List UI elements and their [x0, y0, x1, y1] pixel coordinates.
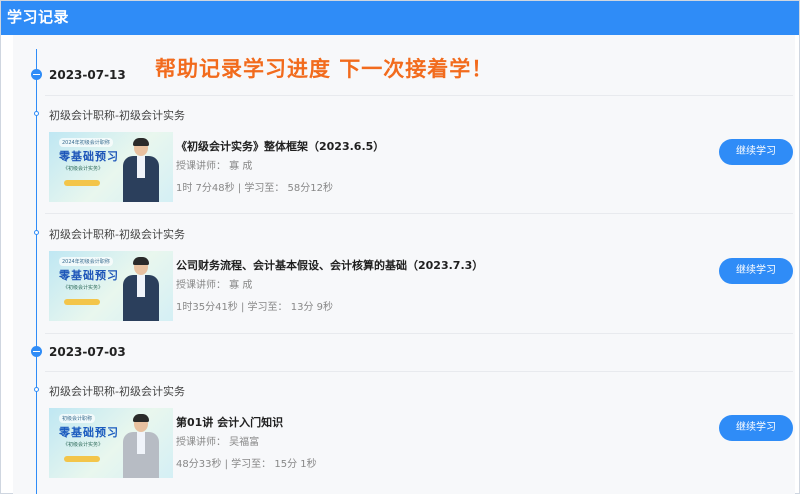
app-header: 学习记录	[1, 1, 799, 35]
thumbnail-subtitle: 《初级会计实务》	[63, 166, 104, 172]
thumbnail-tag: 初级会计职称	[59, 414, 96, 423]
course-thumbnail[interactable]: 2024年初级会计职称 零基础预习 《初级会计实务》	[49, 132, 173, 202]
lesson-title[interactable]: 第01讲 会计入门知识	[176, 414, 283, 430]
course-thumbnail[interactable]: 2024年初级会计职称 零基础预习 《初级会计实务》	[49, 251, 173, 321]
lesson-teacher: 授课讲师： 寡 成	[176, 280, 253, 291]
divider	[45, 371, 793, 372]
thumbnail-headline: 零基础预习	[59, 150, 119, 163]
divider	[45, 213, 793, 214]
teacher-photo	[121, 257, 161, 321]
thumbnail-badge	[64, 456, 100, 462]
course-category: 初级会计职称-初级会计实务	[49, 109, 185, 122]
lesson-title[interactable]: 《初级会计实务》整体框架（2023.6.5）	[176, 138, 384, 154]
collapse-date-icon[interactable]	[31, 69, 42, 80]
timeline-dot-icon	[34, 230, 39, 235]
course-category: 初级会计职称-初级会计实务	[49, 228, 185, 241]
thumbnail-tag: 2024年初级会计职称	[59, 257, 113, 266]
course-thumbnail[interactable]: 初级会计职称 零基础预习 《初级会计实务》	[49, 408, 173, 478]
lesson-progress: 1时35分41秒 | 学习至： 13分 9秒	[176, 302, 333, 313]
thumbnail-badge	[64, 299, 100, 305]
continue-learning-button[interactable]: 继续学习	[719, 415, 793, 441]
lesson-title[interactable]: 公司财务流程、会计基本假设、会计核算的基础（2023.7.3）	[176, 257, 483, 273]
continue-learning-button[interactable]: 继续学习	[719, 258, 793, 284]
page-title: 学习记录	[7, 8, 70, 26]
lesson-teacher: 授课讲师： 吴福富	[176, 437, 260, 448]
promo-banner-text: 帮助记录学习进度 下一次接着学！	[155, 57, 494, 81]
teacher-photo	[121, 138, 161, 202]
course-category: 初级会计职称-初级会计实务	[49, 385, 185, 398]
timeline-dot-icon	[34, 387, 39, 392]
thumbnail-tag: 2024年初级会计职称	[59, 138, 113, 147]
lesson-progress: 48分33秒 | 学习至： 15分 1秒	[176, 459, 317, 470]
divider	[45, 95, 793, 96]
timeline-dot-icon	[34, 111, 39, 116]
lesson-progress: 1时 7分48秒 | 学习至： 58分12秒	[176, 183, 333, 194]
date-heading: 2023-07-03	[49, 345, 126, 359]
continue-learning-button[interactable]: 继续学习	[719, 139, 793, 165]
collapse-date-icon[interactable]	[31, 346, 42, 357]
thumbnail-headline: 零基础预习	[59, 426, 119, 439]
thumbnail-subtitle: 《初级会计实务》	[63, 285, 104, 291]
thumbnail-subtitle: 《初级会计实务》	[63, 442, 104, 448]
thumbnail-badge	[64, 180, 100, 186]
teacher-photo	[121, 414, 161, 478]
date-heading: 2023-07-13	[49, 68, 126, 82]
divider	[45, 333, 793, 334]
lesson-teacher: 授课讲师： 寡 成	[176, 161, 253, 172]
thumbnail-headline: 零基础预习	[59, 269, 119, 282]
